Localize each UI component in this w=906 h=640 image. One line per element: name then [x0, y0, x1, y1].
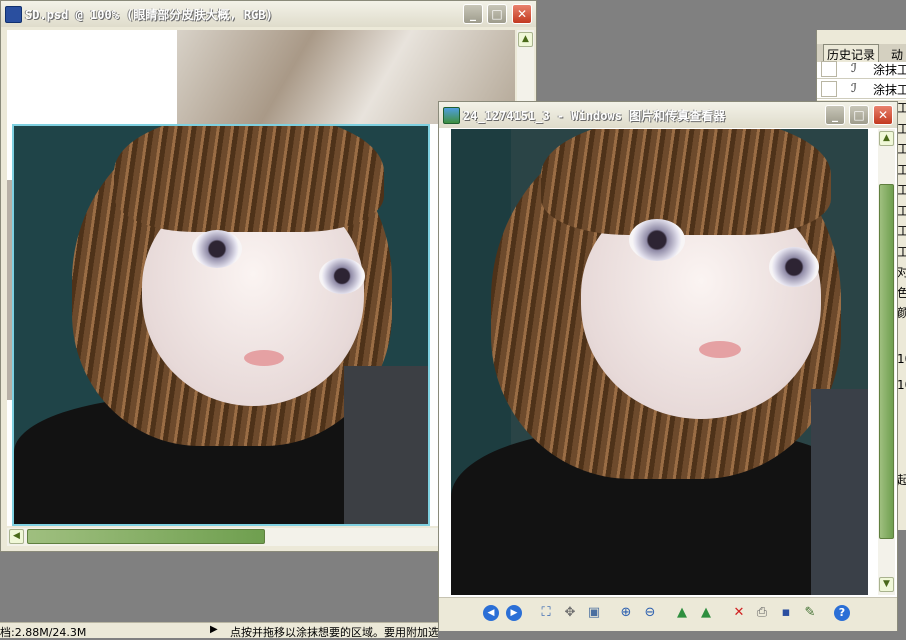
- photoshop-document-icon: [5, 6, 22, 23]
- tool-label-list: 工 工 工 工 工 工 工 工 对 色 颜: [897, 98, 906, 324]
- history-step-checkbox[interactable]: [821, 81, 837, 97]
- list-item[interactable]: ℐ 涂抹工: [817, 58, 906, 79]
- ps-scroll-left-arrow[interactable]: ◀: [9, 529, 24, 544]
- value-field[interactable]: 10: [897, 352, 906, 366]
- history-list[interactable]: ℐ 涂抹工 ℐ 涂抹工: [817, 61, 906, 100]
- viewer-minimize-button[interactable]: _: [825, 105, 845, 125]
- tool-label: 工: [897, 101, 906, 115]
- viewer-doll-photo: [451, 129, 868, 595]
- rotate-counterclockwise-icon[interactable]: ▲: [698, 605, 714, 621]
- smudge-tool-icon: ℐ: [851, 81, 857, 95]
- tool-label: 对: [897, 265, 906, 279]
- viewer-window-title: 24_1274151_3 - Windows 图片和传真查看器: [463, 109, 726, 123]
- viewer-vertical-thumb[interactable]: [879, 184, 894, 539]
- status-bar: 档:2.88M/24.3M ▶ 点按并拖移以涂抹想要的区域。要用附加选项，使用 …: [0, 622, 438, 639]
- ps-scroll-up-arrow[interactable]: ▲: [518, 32, 533, 47]
- best-fit-icon[interactable]: ⛶: [538, 605, 554, 621]
- edit-icon[interactable]: ✎: [802, 605, 818, 621]
- picture-viewer-icon: [443, 107, 460, 124]
- delete-icon[interactable]: ✕: [731, 605, 747, 621]
- viewer-close-button[interactable]: ✕: [873, 105, 893, 125]
- slideshow-icon[interactable]: ▣: [586, 605, 602, 621]
- previous-image-icon[interactable]: ◀: [483, 605, 499, 621]
- tool-label: 工: [897, 142, 906, 156]
- tool-hint-text: 点按并拖移以涂抹想要的区域。要用附加选项，使用 Shift、Alt 和 Ctrl…: [230, 626, 438, 639]
- viewer-scroll-down-arrow[interactable]: ▼: [879, 577, 894, 592]
- list-item[interactable]: ℐ 涂抹工: [817, 78, 906, 99]
- tool-label: 工: [897, 183, 906, 197]
- panel-button[interactable]: 起: [897, 471, 906, 488]
- ps-doll-photo: [12, 124, 430, 526]
- document-size-info: 档:2.88M/24.3M: [0, 626, 87, 639]
- ps-minimize-button[interactable]: _: [463, 4, 483, 24]
- print-icon[interactable]: ⎙: [754, 605, 770, 621]
- rotate-clockwise-icon[interactable]: ▲: [674, 605, 690, 621]
- help-icon[interactable]: ?: [834, 605, 850, 621]
- tool-label: 工: [897, 162, 906, 177]
- tool-label: 颜: [897, 306, 906, 320]
- viewer-scroll-up-arrow[interactable]: ▲: [879, 131, 894, 146]
- picture-viewer-window: 24_1274151_3 - Windows 图片和传真查看器 _ □ ✕ ▲ …: [438, 101, 898, 631]
- viewer-maximize-button[interactable]: □: [849, 105, 869, 125]
- value-field[interactable]: 10: [897, 378, 906, 392]
- status-arrow-icon[interactable]: ▶: [210, 624, 218, 635]
- ps-maximize-button[interactable]: □: [487, 4, 507, 24]
- tool-label: 工: [897, 203, 906, 218]
- history-step-checkbox[interactable]: [821, 61, 837, 77]
- viewer-vertical-scrollbar[interactable]: ▲ ▼: [878, 129, 895, 595]
- ps-close-button[interactable]: ✕: [512, 4, 532, 24]
- save-icon[interactable]: ▪: [778, 605, 794, 621]
- tool-label: 工: [897, 224, 906, 238]
- viewer-title-bar[interactable]: 24_1274151_3 - Windows 图片和传真查看器 _ □ ✕: [439, 102, 897, 128]
- next-image-icon[interactable]: ▶: [506, 605, 522, 621]
- ps-title-bar[interactable]: SD.psd @ 100% (眼睛部分皮肤大概, RGB) _ □ ✕: [1, 1, 536, 27]
- ps-horizontal-thumb[interactable]: [27, 529, 265, 544]
- actual-size-icon[interactable]: ✥: [562, 605, 578, 621]
- zoom-in-icon[interactable]: ⊕: [618, 605, 634, 621]
- tool-label: 工: [897, 244, 906, 259]
- smudge-tool-icon: ℐ: [851, 61, 857, 75]
- tool-label: 工: [897, 121, 906, 136]
- ps-window-title: SD.psd @ 100% (眼睛部分皮肤大概, RGB): [25, 8, 273, 22]
- zoom-out-icon[interactable]: ⊖: [642, 605, 658, 621]
- tool-label: 色: [897, 285, 906, 300]
- history-item-label: 涂抹工: [873, 83, 906, 97]
- history-item-label: 涂抹工: [873, 63, 906, 77]
